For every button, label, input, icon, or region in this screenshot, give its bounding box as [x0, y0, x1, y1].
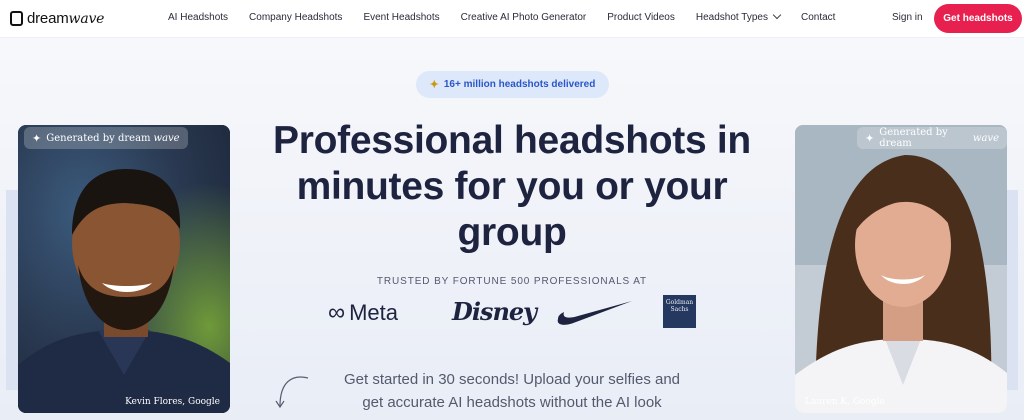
- right-side-band: [1006, 190, 1018, 390]
- generated-by-tag-right: ✦ Generated by dream wave: [857, 127, 1007, 149]
- hero-subtext: Get started in 30 seconds! Upload your s…: [312, 368, 712, 414]
- brand-logo[interactable]: dreamwave: [10, 10, 104, 27]
- nav-link-contact[interactable]: Contact: [801, 12, 835, 23]
- sign-in-link[interactable]: Sign in: [892, 12, 923, 23]
- logo-mark-icon: [10, 11, 23, 26]
- generated-by-wave-left: wave: [153, 132, 180, 144]
- nav-link-product-videos[interactable]: Product Videos: [607, 12, 675, 23]
- nav-link-headshot-types[interactable]: Headshot Types: [695, 10, 782, 23]
- man-headshot-photo: [18, 125, 230, 413]
- headshot-card-right: ✦ Generated by dream wave Lauren K, Googl…: [795, 125, 1007, 413]
- headshot-card-left: ✦ Generated by dream wave Kevin Flores, G…: [18, 125, 230, 413]
- curved-arrow-icon: [275, 376, 309, 409]
- nav-link-ai-headshots[interactable]: AI Headshots: [168, 12, 228, 23]
- generated-by-tag-left: ✦ Generated by dream wave: [24, 127, 188, 149]
- get-headshots-button[interactable]: Get headshots: [934, 4, 1022, 33]
- hero-subtext-line-1: Get started in 30 seconds! Upload your s…: [343, 371, 681, 388]
- nav-link-headshot-types-label: Headshot Types: [695, 12, 768, 23]
- nav-link-creative-ai-photo-generator[interactable]: Creative AI Photo Generator: [461, 12, 587, 23]
- chevron-down-icon: [772, 10, 782, 20]
- woman-headshot-photo: [795, 125, 1007, 413]
- left-side-band: [6, 190, 18, 390]
- hero-headline: Professional headshots in minutes for yo…: [273, 119, 751, 254]
- meta-infinity-icon: ∞: [328, 299, 346, 326]
- sparkle-icon: ✦: [32, 131, 42, 145]
- bee-icon: ✦: [429, 79, 439, 91]
- brand-name: dreamwave: [27, 10, 105, 27]
- headshots-delivered-badge: ✦ 16+ million headshots delivered: [416, 71, 609, 98]
- generated-by-text-left: Generated by dream: [46, 132, 151, 144]
- generated-by-wave-right: wave: [972, 132, 999, 144]
- badge-text: 16+ million headshots delivered: [443, 79, 596, 90]
- company-logos: ∞ Meta Disney Goldman Sachs: [328, 293, 708, 331]
- hero-subtext-line-2: get accurate AI headshots without the AI…: [362, 394, 662, 411]
- card-caption-right: Lauren K, Google: [805, 397, 885, 407]
- goldman-sachs-logo: Goldman Sachs: [663, 295, 696, 328]
- meta-logo: ∞ Meta: [328, 299, 398, 327]
- nav-link-event-headshots[interactable]: Event Headshots: [363, 12, 439, 23]
- generated-by-text-right: Generated by dream: [879, 127, 948, 149]
- meta-logo-text: Meta: [349, 300, 399, 325]
- nav-link-company-headshots[interactable]: Company Headshots: [249, 12, 342, 23]
- nike-swoosh-logo: [557, 301, 632, 325]
- disney-logo: Disney: [452, 297, 537, 326]
- sparkle-icon: ✦: [865, 131, 875, 145]
- card-caption-left: Kevin Flores, Google: [125, 397, 220, 407]
- top-navbar: dreamwave AI Headshots Company Headshots…: [0, 0, 1024, 38]
- nav-links: AI Headshots Company Headshots Event Hea…: [168, 10, 835, 23]
- trusted-by-label: TRUSTED BY FORTUNE 500 PROFESSIONALS AT: [376, 276, 648, 287]
